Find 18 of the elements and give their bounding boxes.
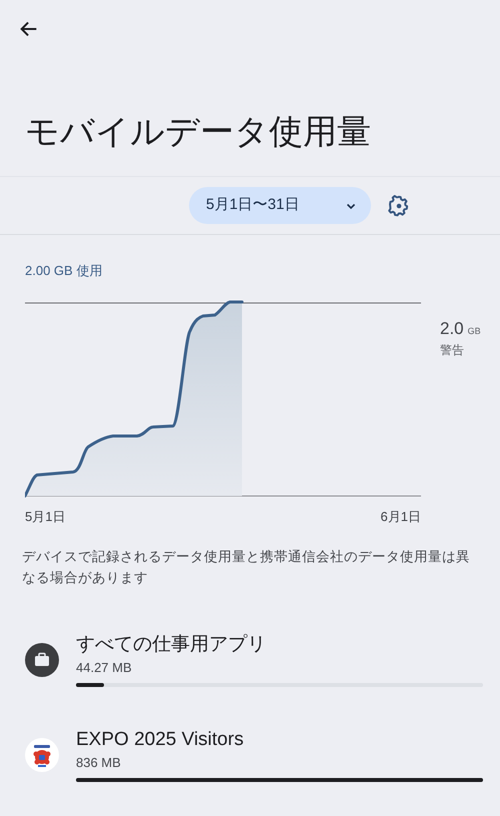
briefcase-icon bbox=[25, 642, 59, 676]
app-name: EXPO 2025 Visitors bbox=[76, 728, 245, 752]
disclaimer-text: デバイスで記録されるデータ使用量と携帯通信会社のデータ使用量は異なる場合があります bbox=[22, 548, 471, 587]
settings-icon[interactable] bbox=[387, 194, 411, 218]
app-usage-item[interactable]: EXPO 2025 Visitors 836 MB bbox=[0, 727, 500, 782]
app-data-size: 44.27 MB bbox=[76, 659, 133, 677]
app-name: すべての仕事用アプリ bbox=[76, 633, 267, 657]
axis-label: 6月1日 bbox=[380, 508, 421, 526]
warning-unit: GB bbox=[468, 324, 481, 338]
axis-label: 5月1日 bbox=[25, 508, 66, 526]
app-logo-icon bbox=[25, 738, 59, 772]
warning-label: 警告 bbox=[440, 342, 465, 359]
usage-total: 2.00 GB 使用 bbox=[25, 262, 102, 280]
warning-value: 2.0 bbox=[440, 318, 464, 340]
page-title: モバイルデータ使用量 bbox=[25, 112, 371, 153]
app-usage-item[interactable]: すべての仕事用アプリ 44.27 MB bbox=[0, 632, 500, 687]
billing-cycle-dropdown[interactable]: 5月1日〜31日 bbox=[189, 187, 371, 224]
app-data-size: 836 MB bbox=[76, 754, 122, 772]
